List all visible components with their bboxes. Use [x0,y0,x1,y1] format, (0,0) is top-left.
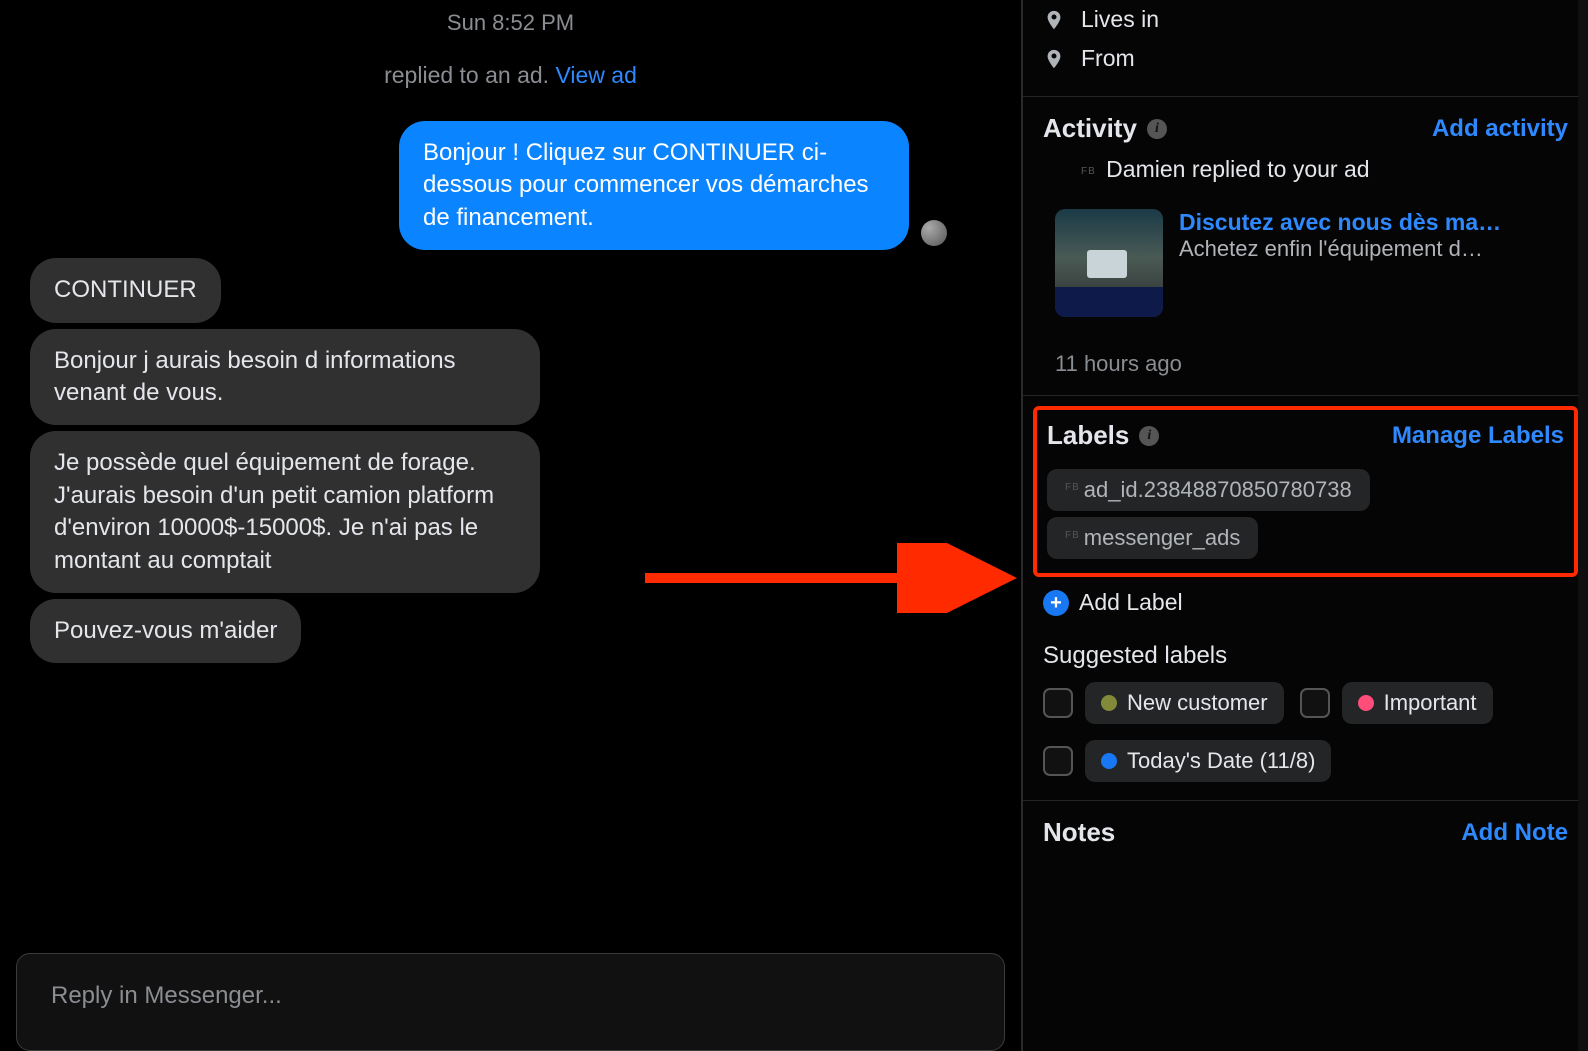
suggested-label-pill[interactable]: New customer [1085,682,1284,724]
activity-ad-subtitle: Achetez enfin l'équipement d… [1179,236,1501,262]
ad-reply-prefix: replied to an ad. [384,62,555,88]
label-checkbox[interactable] [1300,688,1330,718]
reply-input[interactable] [51,982,970,1010]
manage-labels-button[interactable]: Manage Labels [1392,422,1564,450]
message-bubble-incoming[interactable]: Je possède quel équipement de forage. J'… [30,431,540,593]
message-row-outgoing: Bonjour ! Cliquez sur CONTINUER ci-desso… [30,121,991,250]
labels-heading: Labels i [1047,420,1159,451]
label-checkbox[interactable] [1043,688,1073,718]
message-row-incoming: CONTINUER [30,258,991,322]
info-icon[interactable]: i [1147,119,1167,139]
suggested-labels-heading: Suggested labels [1043,642,1568,670]
reply-box[interactable] [16,953,1005,1051]
add-label-button[interactable]: + Add Label [1043,589,1568,616]
incoming-message-group: CONTINUER Bonjour j aurais besoin d info… [30,258,991,663]
lives-in-row: Lives in [1043,0,1568,39]
info-icon[interactable]: i [1139,426,1159,446]
ad-reply-line: replied to an ad. View ad [30,62,991,89]
label-chip[interactable]: FB ad_id.23848870850780738 [1047,469,1370,511]
chat-timestamp: Sun 8:52 PM [30,10,991,36]
fb-source-badge: FB [1065,482,1080,493]
labels-highlight-box: Labels i Manage Labels FB ad_id.23848870… [1033,406,1578,577]
label-color-dot [1101,695,1117,711]
suggested-labels-row: New customer Important Today's Date (11/… [1043,682,1568,782]
details-scrollbar[interactable] [1578,0,1588,1051]
label-color-dot [1358,695,1374,711]
suggested-label-pill[interactable]: Today's Date (11/8) [1085,740,1331,782]
notes-section: Notes Add Note [1023,800,1588,878]
activity-item[interactable]: FB Damien replied to your ad Discutez av… [1043,156,1568,377]
plus-icon: + [1043,590,1069,616]
suggested-label-item: Important [1300,682,1493,724]
chat-pane: Sun 8:52 PM replied to an ad. View ad Bo… [0,0,1023,1051]
chat-scroll[interactable]: Sun 8:52 PM replied to an ad. View ad Bo… [0,0,1021,935]
message-row-incoming: Je possède quel équipement de forage. J'… [30,431,991,593]
labels-section: Labels i Manage Labels FB ad_id.23848870… [1023,395,1588,800]
activity-section: Activity i Add activity FB Damien replie… [1023,96,1588,395]
label-color-dot [1101,753,1117,769]
suggested-label-item: Today's Date (11/8) [1043,740,1331,782]
activity-line: Damien replied to your ad [1106,156,1369,182]
message-bubble-incoming[interactable]: Bonjour j aurais besoin d informations v… [30,329,540,426]
message-bubble-outgoing[interactable]: Bonjour ! Cliquez sur CONTINUER ci-desso… [399,121,909,250]
message-bubble-incoming[interactable]: Pouvez-vous m'aider [30,599,301,663]
add-activity-button[interactable]: Add activity [1432,115,1568,143]
suggested-label-item: New customer [1043,682,1284,724]
details-pane: Lives in From Activity i Add activity FB… [1023,0,1588,1051]
activity-heading: Activity i [1043,113,1167,144]
profile-section: Lives in From [1023,0,1588,96]
message-row-incoming: Bonjour j aurais besoin d informations v… [30,329,991,426]
activity-time: 11 hours ago [1055,351,1568,377]
from-label: From [1081,45,1135,72]
suggested-label-pill[interactable]: Important [1342,682,1493,724]
sender-avatar[interactable] [921,220,947,246]
view-ad-link[interactable]: View ad [555,62,636,88]
pin-icon [1043,48,1065,70]
home-pin-icon [1043,9,1065,31]
activity-ad-title[interactable]: Discutez avec nous dès ma… [1179,209,1501,236]
notes-heading: Notes [1043,817,1115,848]
lives-in-label: Lives in [1081,6,1159,33]
message-bubble-incoming[interactable]: CONTINUER [30,258,221,322]
from-row: From [1043,39,1568,78]
fb-source-badge: FB [1065,530,1080,541]
ad-thumbnail[interactable] [1055,209,1163,317]
message-row-incoming: Pouvez-vous m'aider [30,599,991,663]
fb-source-badge: FB [1081,166,1096,177]
add-note-button[interactable]: Add Note [1461,819,1568,847]
label-chip[interactable]: FB messenger_ads [1047,517,1258,559]
label-checkbox[interactable] [1043,746,1073,776]
